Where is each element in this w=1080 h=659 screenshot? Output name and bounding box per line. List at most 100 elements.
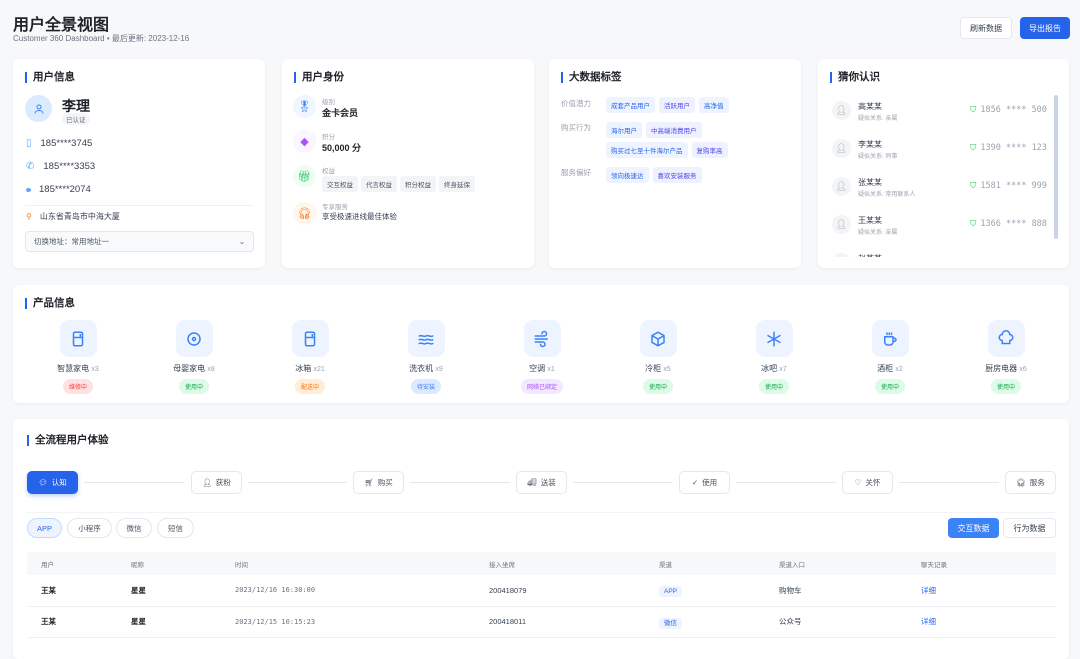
person-phone: 1581 **** 999 bbox=[980, 181, 1047, 191]
product-item[interactable]: 智慧家电 x3 维修中 bbox=[33, 320, 123, 394]
product-name: 空调 bbox=[529, 364, 546, 373]
person-relation: 疑似关系: 常用联系人 bbox=[858, 192, 916, 198]
tag: 领向极速达 bbox=[606, 167, 649, 183]
chevron-down-icon: ⌄ bbox=[238, 237, 245, 246]
gift-icon: 🎁︎ bbox=[293, 165, 316, 188]
journey-step[interactable]: ♡ 关怀 bbox=[842, 471, 893, 494]
channel-tab-sms[interactable]: 短信 bbox=[157, 518, 194, 538]
step-label: 获粉 bbox=[215, 478, 231, 487]
channel-tab-app[interactable]: APP bbox=[27, 518, 62, 538]
step-connector bbox=[84, 482, 185, 483]
refresh-button[interactable]: 刷新数据 bbox=[960, 17, 1012, 39]
product-item[interactable]: 冰箱 x21 配送中 bbox=[265, 320, 355, 394]
right-tag: 代言权益 bbox=[361, 176, 397, 192]
truck-icon: 🚚︎ bbox=[527, 478, 537, 487]
snowflake-icon bbox=[755, 320, 793, 357]
service-label: 专享服务 bbox=[322, 204, 348, 211]
column-header: 时间 bbox=[235, 552, 489, 575]
badge-icon: 🎖︎ bbox=[293, 95, 316, 118]
export-button[interactable]: 导出报告 bbox=[1020, 17, 1070, 39]
journey-step[interactable]: 🛒︎ 购买 bbox=[353, 471, 404, 494]
tag-group-label: 价值潜力 bbox=[561, 99, 591, 108]
person-phone: 1856 **** 500 bbox=[980, 105, 1047, 115]
address-select-value: 切换地址：常用地址一 bbox=[34, 237, 109, 246]
headset-icon: 🎧︎ bbox=[293, 202, 316, 225]
person-name: 高某某 bbox=[858, 102, 882, 111]
column-header: 接入坐席 bbox=[489, 552, 659, 575]
person-item[interactable]: 👤︎ 赵某某 bbox=[832, 251, 1057, 257]
channel-badge: 微信 bbox=[659, 617, 682, 629]
product-item[interactable]: 冰吧 x7 使用中 bbox=[729, 320, 819, 394]
product-item[interactable]: 洗衣机 x9 待安装 bbox=[381, 320, 471, 394]
person-item[interactable]: 👤︎ 李某某 疑似关系: 同事 ⛉ 1390 **** 123 bbox=[832, 137, 1057, 167]
person-avatar-icon: 👤︎ bbox=[832, 177, 851, 196]
behavior-data-tab[interactable]: 行为数据 bbox=[1003, 518, 1056, 538]
rights-label: 权益 bbox=[322, 168, 335, 175]
product-count: x1 bbox=[547, 366, 555, 373]
column-header: 昵称 bbox=[131, 552, 235, 575]
table-cell: 200418079 bbox=[489, 575, 659, 607]
tag: 复购率高 bbox=[691, 142, 728, 158]
step-connector bbox=[573, 482, 673, 483]
person-name: 赵某某 bbox=[858, 253, 882, 257]
product-item[interactable]: 母婴家电 x8 使用中 bbox=[149, 320, 239, 394]
product-name: 酒柜 bbox=[877, 364, 894, 373]
product-item[interactable]: 空调 x1 网络已绑定 bbox=[497, 320, 587, 394]
address-select[interactable]: 切换地址：常用地址一 ⌄ bbox=[25, 231, 254, 252]
product-item[interactable]: 厨房电器 x6 使用中 bbox=[961, 320, 1051, 394]
person-item[interactable]: 👤︎ 高某某 疑似关系: 亲属 ⛉ 1856 **** 500 bbox=[832, 99, 1057, 129]
tag: 中高端消费用户 bbox=[646, 122, 702, 138]
right-tag: 终身延保 bbox=[439, 176, 475, 192]
interaction-data-tab[interactable]: 交互数据 bbox=[948, 518, 999, 538]
person-item[interactable]: 👤︎ 张某某 疑似关系: 常用联系人 ⛉ 1581 **** 999 bbox=[832, 175, 1057, 205]
tag-group-label: 购买行为 bbox=[561, 123, 591, 132]
tag: 海尔用户 bbox=[606, 122, 642, 138]
scrollbar[interactable] bbox=[1054, 95, 1058, 239]
user-icon bbox=[34, 104, 43, 114]
divider bbox=[25, 205, 254, 206]
bigdata-tags-card: 大数据标签 价值潜力 成套产品用户 活跃用户 高净值 购买行为 海尔用户 中高端消费用… bbox=[549, 59, 801, 268]
location-icon: ⚲ bbox=[26, 212, 32, 221]
product-info-card: 产品信息 智慧家电 x3 维修中 母婴家电 x8 使用中 冰箱 x21 配送中 … bbox=[13, 285, 1069, 403]
product-item[interactable]: 酒柜 x2 使用中 bbox=[845, 320, 935, 394]
tag: 活跃用户 bbox=[659, 97, 695, 113]
tag: 成套产品用户 bbox=[606, 97, 655, 113]
card-title: 大数据标签 bbox=[561, 72, 622, 83]
product-status-badge: 使用中 bbox=[990, 379, 1021, 394]
journey-step[interactable]: ✓ 使用 bbox=[679, 471, 730, 494]
phone-icon: ✆ bbox=[26, 161, 35, 172]
channel-tab-miniprogram[interactable]: 小程序 bbox=[67, 518, 112, 538]
table-cell: 200418011 bbox=[489, 606, 659, 638]
waves-icon bbox=[407, 320, 445, 357]
product-count: x8 bbox=[207, 366, 215, 373]
journey-step[interactable]: 💬︎ 认知 bbox=[27, 471, 78, 494]
person-avatar-icon: 👤︎ bbox=[832, 215, 851, 234]
column-header: 渠道 bbox=[659, 552, 779, 575]
journey-step[interactable]: 👤︎ 获粉 bbox=[191, 471, 242, 494]
person-relation: 疑似关系: 亲属 bbox=[858, 230, 898, 236]
points-value: 50,000 分 bbox=[322, 143, 362, 153]
channel-badge: APP bbox=[659, 585, 683, 597]
product-name: 洗衣机 bbox=[409, 364, 434, 373]
product-count: x9 bbox=[435, 366, 443, 373]
product-count: x6 bbox=[1019, 366, 1027, 373]
person-item[interactable]: 👤︎ 王某某 疑似关系: 亲属 ⛉ 1366 **** 888 bbox=[832, 213, 1057, 243]
shield-check-icon: ⛉ bbox=[970, 219, 977, 229]
verified-badge: 已认证 bbox=[62, 113, 90, 125]
product-status-badge: 使用中 bbox=[178, 379, 209, 394]
product-item[interactable]: 冷柜 x5 使用中 bbox=[613, 320, 703, 394]
person-relation: 疑似关系: 亲属 bbox=[858, 116, 898, 122]
table-cell: 2023/12/16 16:30:00 bbox=[235, 575, 489, 607]
channel-tab-wechat[interactable]: 微信 bbox=[116, 518, 152, 538]
column-header: 用户 bbox=[27, 552, 131, 575]
journey-step[interactable]: 🚚︎ 送装 bbox=[516, 471, 567, 494]
journey-step[interactable]: 🎧︎ 服务 bbox=[1005, 471, 1056, 494]
card-title: 全流程用户体验 bbox=[27, 435, 109, 446]
detail-link[interactable]: 详细 bbox=[921, 586, 936, 595]
headset-icon: 🎧︎ bbox=[1016, 478, 1026, 487]
points-label: 积分 bbox=[322, 134, 335, 141]
product-count: x5 bbox=[663, 366, 671, 373]
detail-link[interactable]: 详细 bbox=[921, 617, 936, 626]
step-label: 认知 bbox=[51, 478, 67, 487]
product-status-badge: 维修中 bbox=[62, 379, 93, 394]
